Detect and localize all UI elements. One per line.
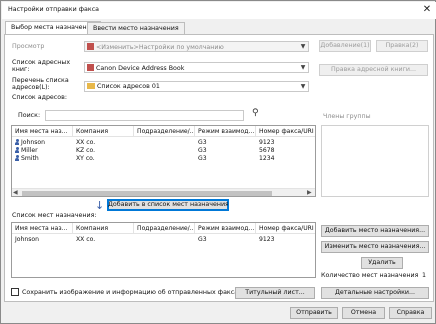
address-book-value: Canon Device Address Book bbox=[96, 65, 185, 72]
destination-list-header: Имя места наз... Компания Подразделение/… bbox=[12, 223, 315, 234]
search-label: Поиск: bbox=[18, 112, 41, 119]
help-button[interactable]: Справка bbox=[389, 307, 432, 319]
group-members-list[interactable] bbox=[321, 125, 429, 197]
view-label: Просмотр bbox=[12, 43, 45, 50]
row-mode: G3 bbox=[198, 139, 207, 146]
column-department[interactable]: Подразделение/... bbox=[134, 126, 195, 137]
address-list-hscrollbar[interactable]: ◀ ▶ bbox=[12, 188, 315, 196]
row-fax: 9123 bbox=[259, 139, 275, 146]
dialog-window: Настройки отправки факса ✕ Выбор места н… bbox=[0, 0, 436, 324]
column-mode[interactable]: Режим взаимод... bbox=[195, 223, 256, 234]
scroll-right-icon[interactable]: ▶ bbox=[307, 189, 312, 196]
row-name: Johnson bbox=[21, 139, 46, 146]
table-row[interactable]: Miller KZ co. G3 5678 bbox=[12, 147, 315, 155]
address-book-select[interactable]: Canon Device Address Book ▼ bbox=[84, 62, 309, 73]
send-button[interactable]: Отправить bbox=[290, 307, 338, 319]
column-name[interactable]: Имя места наз... bbox=[12, 126, 73, 137]
address-list-header: Имя места наз... Компания Подразделение/… bbox=[12, 126, 315, 137]
destination-count-value: 1 bbox=[422, 272, 427, 279]
address-list-view[interactable]: Имя места наз... Компания Подразделение/… bbox=[11, 125, 316, 197]
row-mode: G3 bbox=[198, 147, 207, 154]
row-fax: 5678 bbox=[259, 147, 275, 154]
user-icon bbox=[15, 139, 19, 145]
edit-destination-button[interactable]: Изменить место назначения... bbox=[321, 241, 429, 253]
user-icon bbox=[15, 155, 19, 161]
row-mode: G3 bbox=[198, 155, 207, 162]
row-name: Miller bbox=[21, 147, 38, 154]
detailed-settings-button[interactable]: Детальные настройки... bbox=[321, 287, 429, 299]
column-company[interactable]: Компания bbox=[73, 126, 134, 137]
view-select-value: <Изменить>Настройки по умолчанию bbox=[96, 44, 224, 51]
address-list-selector-label: Перечень списка адресов(L): bbox=[12, 77, 69, 91]
view-add-button: Добавление(1) bbox=[319, 40, 371, 52]
search-input[interactable] bbox=[45, 110, 244, 121]
tab-panel: Просмотр <Изменить>Настройки по умолчани… bbox=[4, 34, 434, 302]
table-row[interactable]: Johnson XX co. G3 9123 bbox=[12, 236, 315, 244]
user-icon bbox=[15, 147, 19, 153]
row-company: XX co. bbox=[76, 139, 96, 146]
group-members-label: Члены группы bbox=[323, 113, 371, 120]
add-to-destination-list-button[interactable]: Добавить в список мест назначения(A) bbox=[107, 199, 229, 211]
address-list-value: Список адресов 01 bbox=[97, 83, 160, 90]
row-fax: 1234 bbox=[259, 155, 275, 162]
table-row[interactable]: Johnson XX co. G3 9123 bbox=[12, 139, 315, 147]
address-book-icon bbox=[87, 64, 94, 71]
title-bar: Настройки отправки факса ✕ bbox=[2, 2, 436, 19]
column-mode[interactable]: Режим взаимод... bbox=[195, 126, 256, 137]
row-fax: 9123 bbox=[259, 236, 275, 243]
row-company: XX co. bbox=[76, 236, 96, 243]
destination-list-view[interactable]: Имя места наз... Компания Подразделение/… bbox=[11, 222, 316, 278]
column-name[interactable]: Имя места наз... bbox=[12, 223, 73, 234]
row-mode: G3 bbox=[198, 236, 207, 243]
row-company: XY co. bbox=[76, 155, 95, 162]
table-row[interactable]: Smith XY co. G3 1234 bbox=[12, 155, 315, 163]
column-fax[interactable]: Номер факса/URI bbox=[256, 126, 315, 137]
column-department[interactable]: Подразделение/... bbox=[134, 223, 195, 234]
address-list-select[interactable]: Список адресов 01 ▼ bbox=[84, 81, 309, 92]
destination-count-label: Количество мест назначения bbox=[321, 272, 419, 279]
scrollbar-thumb[interactable] bbox=[22, 191, 272, 196]
view-edit-button: Правка(2) bbox=[376, 40, 428, 52]
scroll-left-icon[interactable]: ◀ bbox=[13, 189, 18, 196]
view-select: <Изменить>Настройки по умолчанию ▼ bbox=[84, 41, 309, 52]
column-company[interactable]: Компания bbox=[73, 223, 134, 234]
column-fax[interactable]: Номер факса/URI bbox=[256, 223, 315, 234]
save-image-label: Сохранить изображение и информацию об от… bbox=[22, 289, 242, 296]
cover-sheet-button[interactable]: Титульный лист... bbox=[235, 287, 315, 299]
chevron-down-icon: ▼ bbox=[300, 83, 306, 90]
arrow-down-icon: ↓ bbox=[95, 199, 105, 212]
folder-icon bbox=[87, 83, 95, 89]
delete-destination-button[interactable]: Удалить bbox=[361, 257, 403, 269]
addresses-label: Список адресов: bbox=[12, 94, 67, 101]
window-title: Настройки отправки факса bbox=[8, 6, 100, 13]
row-name: Johnson bbox=[15, 236, 40, 243]
save-image-checkbox[interactable] bbox=[11, 288, 19, 296]
printer-icon bbox=[87, 43, 94, 50]
search-icon[interactable]: ⚲ bbox=[252, 108, 259, 118]
add-destination-button[interactable]: Добавить место назначения... bbox=[321, 225, 429, 237]
chevron-down-icon: ▼ bbox=[300, 64, 306, 71]
row-company: KZ co. bbox=[76, 147, 96, 154]
close-icon[interactable]: ✕ bbox=[420, 3, 434, 17]
address-book-label: Список адресных книг: bbox=[12, 59, 71, 73]
destination-list-label: Список мест назначения: bbox=[12, 212, 97, 219]
edit-address-book-button: Правка адресной книги... bbox=[319, 64, 428, 76]
row-name: Smith bbox=[21, 155, 39, 162]
cancel-button[interactable]: Отмена bbox=[342, 307, 385, 319]
chevron-down-icon: ▼ bbox=[300, 43, 306, 50]
